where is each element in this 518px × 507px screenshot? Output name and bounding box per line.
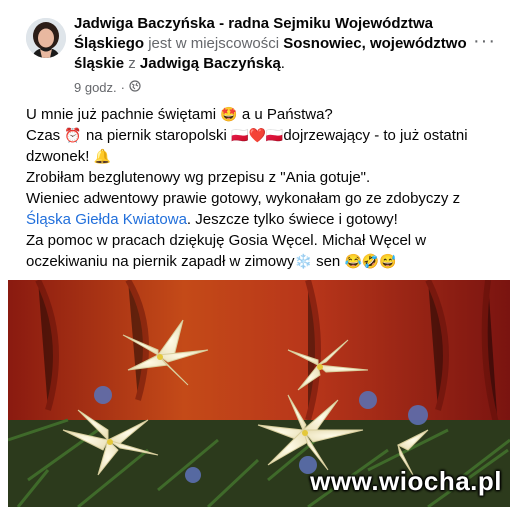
location-prefix: jest w miejscowości [148,35,280,52]
tagged-page-link[interactable]: Śląska Giełda Kwiatowa [26,211,187,228]
flags-heart-emoji: 🇵🇱❤️🇵🇱 [231,127,284,143]
post-header: Jadwiga Baczyńska - radna Sejmiku Wojewó… [74,14,474,74]
line5-b: sen [316,253,341,270]
snowflake-emoji: ❄️ [294,253,312,269]
content-line-3: Zrobiłam bezglutenowy wg przepisu z "Ani… [26,169,371,186]
content-line-2: Czas ⏰ na piernik staropolski 🇵🇱❤️🇵🇱dojr… [26,125,496,167]
tagged-person[interactable]: Jadwigą Baczyńską [140,55,281,72]
laughing-emoji: 😂🤣😅 [344,253,397,269]
post-meta: 9 godz. · [74,80,141,95]
alarm-clock-emoji: ⏰ [64,127,82,143]
bell-emoji: 🔔 [93,148,111,164]
star-struck-emoji: 🤩 [220,106,238,122]
author-avatar[interactable] [26,18,66,58]
with-prefix: z [128,55,136,72]
line4-b: . Jeszcze tylko świece i gotowy! [186,211,398,228]
post-card: Jadwiga Baczyńska - radna Sejmiku Wojewó… [0,0,518,507]
line2-a: Czas [26,127,61,144]
globe-icon [129,80,141,95]
meta-separator: · [120,80,125,95]
header-period: . [280,55,285,72]
line1-text: U mnie już pachnie świętami [26,106,217,123]
content-line-5: Za pomoc w pracach dziękuję Gosia Węcel.… [26,230,496,272]
content-line-4: Wieniec adwentowy prawie gotowy, wykonał… [26,188,496,230]
more-options-icon[interactable]: ··· [473,30,496,53]
post-time[interactable]: 9 godz. [74,80,117,95]
content-line-1: U mnie już pachnie świętami 🤩 a u Państw… [26,104,496,125]
post-photo[interactable]: www.wiocha.pl [8,280,510,507]
post-content: U mnie już pachnie świętami 🤩 a u Państw… [26,104,496,272]
watermark: www.wiocha.pl [310,466,502,496]
line1-end: a u Państwa? [241,106,333,123]
line2-b: na piernik staropolski [85,127,227,144]
line4-a: Wieniec adwentowy prawie gotowy, wykonał… [26,190,461,207]
